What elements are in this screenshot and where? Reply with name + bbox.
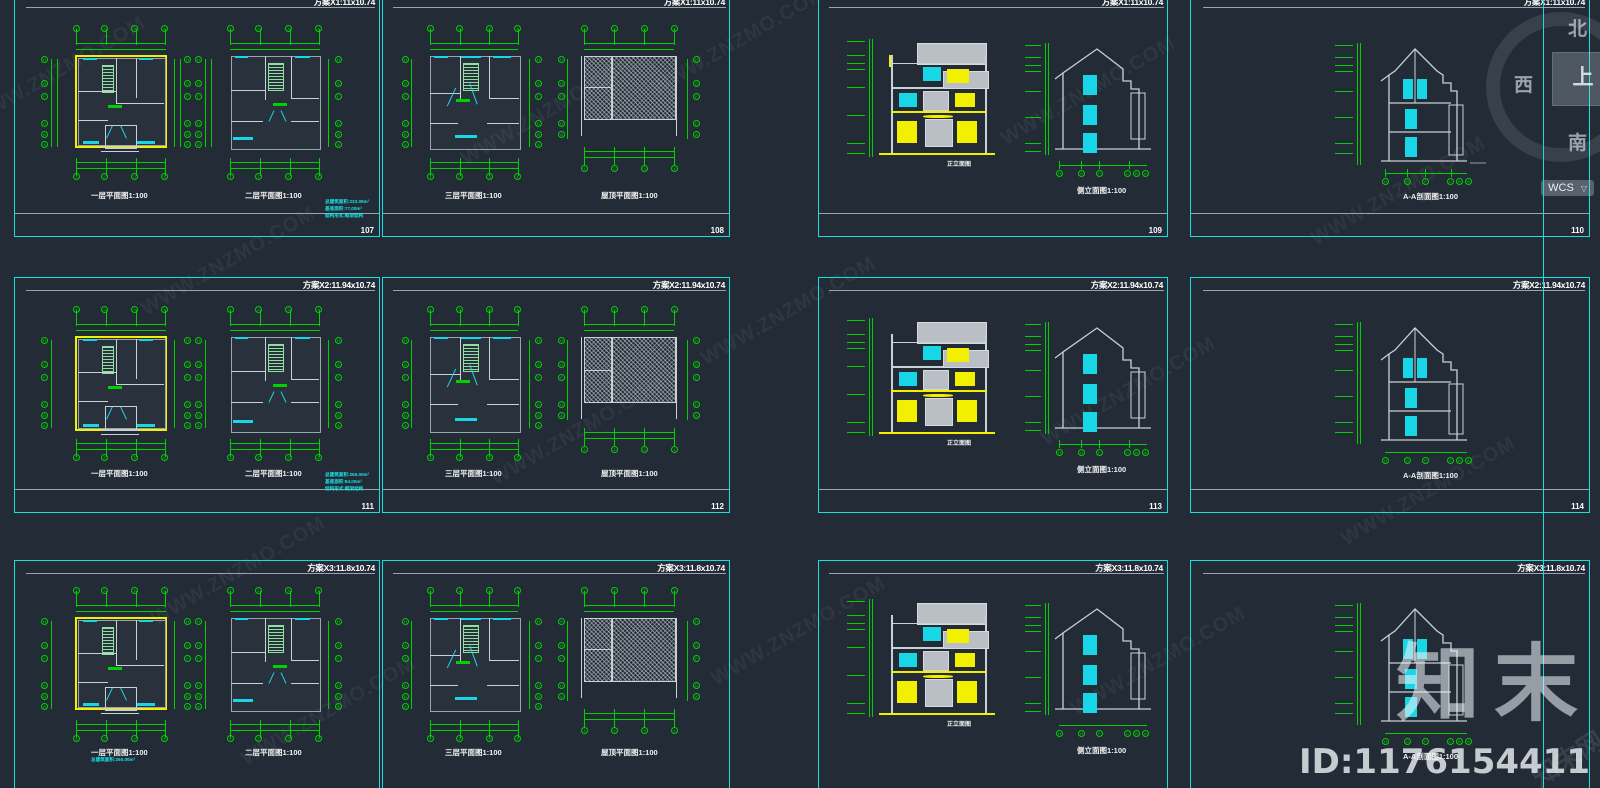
- view-cube-tick: [1470, 162, 1486, 164]
- chevron-down-icon: ▽: [1580, 184, 1587, 193]
- cad-canvas[interactable]: WWW.ZNZMO.COM WWW.ZNZMO.COM WWW.ZNZMO.CO…: [0, 0, 1600, 788]
- sheet-page-number: 111: [361, 502, 374, 511]
- area-note: 总建筑面积:250.00m²: [91, 757, 136, 762]
- sheet-page-number: 107: [360, 226, 374, 235]
- drawing-caption: 正立面图: [947, 441, 972, 447]
- drawing-caption: 三层平面图1:100: [445, 469, 502, 478]
- drawing-caption: 屋顶平面图1:100: [601, 469, 658, 478]
- floor-plan-third: 12 34 H G F D B A H G F D B A: [401, 25, 542, 180]
- floor-plan-left: 12 34: [41, 25, 191, 180]
- area-note: 结构形式:框架结构: [325, 213, 364, 218]
- compass-west-label[interactable]: 西: [1514, 70, 1533, 97]
- drawing-caption: 三层平面图1:100: [445, 191, 502, 200]
- floor-plan-left: 12 34: [41, 306, 191, 461]
- drawing-caption: 一层平面图1:100: [91, 469, 148, 478]
- sheet-113[interactable]: 方案X2:11.94x10.74 113 正立面图 H G F C B A 侧立…: [818, 277, 1168, 513]
- sheet-114[interactable]: 方案X2:11.94x10.74 114 H G F C B A A-A剖面图1…: [1190, 277, 1590, 513]
- side-elevation: HG FC BA: [1019, 591, 1159, 741]
- drawing-caption: 侧立面图1:100: [1077, 746, 1127, 755]
- drawing-caption: 二层平面图1:100: [245, 469, 302, 478]
- floor-plan-right: 12 34: [195, 25, 342, 180]
- drawing-caption: 屋顶平面图1:100: [601, 191, 658, 200]
- sheet-page-number: 110: [1571, 226, 1584, 235]
- drawing-caption: 三层平面图1:100: [445, 748, 502, 757]
- sheet-115[interactable]: 方案X3:11.8x10.74 115 12 34: [14, 560, 380, 788]
- area-note: 基底面积:77.00m²: [325, 206, 363, 211]
- sheet-111[interactable]: 方案X2:11.94x10.74 111 12 34: [14, 277, 380, 513]
- floor-plan-third: 12 34 H G F D B A H G F D B A: [401, 587, 542, 742]
- roof-plan: 12 34 12 34 HG FD A: [558, 306, 700, 461]
- drawing-caption: 正立面图: [947, 162, 972, 168]
- drawing-caption: 二层平面图1:100: [245, 748, 302, 757]
- area-note: 总建筑面积:233.00m²: [325, 199, 370, 204]
- sheet-page-number: 114: [1571, 502, 1584, 511]
- drawing-caption: 屋顶平面图1:100: [601, 748, 658, 757]
- view-cube-top-face[interactable]: 上: [1552, 52, 1600, 106]
- drawing-caption: 二层平面图1:100: [245, 191, 302, 200]
- roof-plan: 12 34 12 34 HG FD A: [558, 25, 700, 180]
- ucs-selector[interactable]: WCS ▽: [1541, 180, 1594, 196]
- drawing-caption: 一层平面图1:100: [91, 191, 148, 200]
- sheet-109[interactable]: 方案X1:11x10.74 109 正立面图 H G F C B A 侧立面图1…: [818, 0, 1168, 237]
- floor-plan-right: 12 34: [195, 306, 342, 461]
- sheet-page-number: 109: [1148, 226, 1162, 235]
- compass-north-label[interactable]: 北: [1568, 14, 1587, 41]
- sheet-page-number: 112: [711, 502, 724, 511]
- sheet-117[interactable]: 方案X3:11.8x10.74 117: [818, 560, 1168, 788]
- front-elevation: [843, 31, 1013, 171]
- area-note: 结构形式:框架结构: [325, 486, 364, 491]
- sheet-107[interactable]: 方案X1:11x10.74 107 12 34: [14, 0, 380, 237]
- area-note: 基底面积:84.00m²: [325, 479, 363, 484]
- side-elevation: HG FC BA: [1019, 310, 1159, 460]
- front-elevation: [843, 310, 1013, 450]
- section-outline: [1380, 48, 1467, 162]
- side-elevation: HG FC BA: [1019, 31, 1159, 181]
- compass-south-label[interactable]: 南: [1568, 128, 1587, 155]
- drawing-caption: 正立面图: [947, 722, 972, 728]
- drawing-caption: A-A剖面图1:100: [1403, 192, 1459, 201]
- sheet-112[interactable]: 方案X2:11.94x10.74 112 12 34 H G F D B A H…: [382, 277, 730, 513]
- sheet-108[interactable]: 方案X1:11x10.74 108 12 34 H G F D B A H G …: [382, 0, 730, 237]
- sheet-page-number: 113: [1149, 502, 1162, 511]
- view-cube[interactable]: 北 西 南 上 WCS ▽: [1470, 2, 1600, 196]
- section-outline: [1380, 327, 1467, 441]
- roof-plan: 12 34 12 34 HG FD A: [558, 587, 700, 742]
- brand-watermark: 知末: [1395, 635, 1592, 733]
- drawing-caption: A-A剖面图1:100: [1403, 471, 1459, 480]
- section-aa: HG FC BA: [1291, 31, 1491, 185]
- floor-plan-third: 12 34 H G F D B A H G F D B A: [401, 306, 542, 461]
- area-note: 总建筑面积:255.00m²: [325, 472, 370, 477]
- sheet-116[interactable]: 方案X3:11.8x10.74 116 12 34: [382, 560, 730, 788]
- drawing-caption: 侧立面图1:100: [1077, 465, 1127, 474]
- section-aa: HG FC BA: [1291, 310, 1491, 464]
- floor-plan-right: 12 34: [195, 587, 342, 742]
- drawing-caption: 侧立面图1:100: [1077, 186, 1127, 195]
- sheet-page-number: 108: [710, 226, 724, 235]
- front-elevation: [843, 591, 1013, 731]
- floor-plan-left: 12 34: [41, 587, 191, 742]
- ucs-label: WCS: [1548, 182, 1574, 194]
